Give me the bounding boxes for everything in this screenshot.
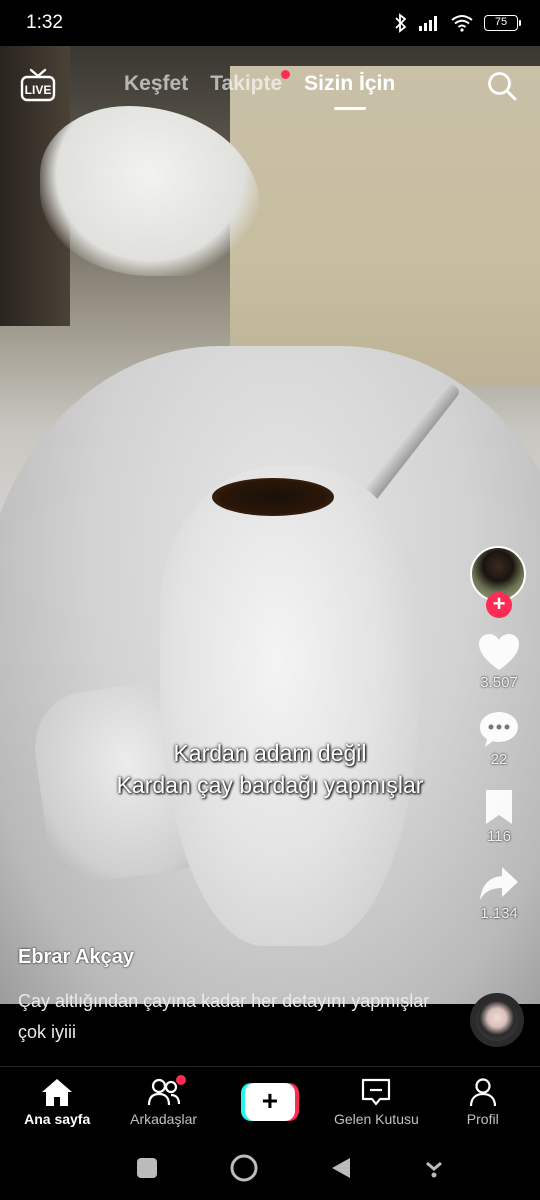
share-count: 1.134 (480, 905, 518, 922)
create-button-label: + (244, 1082, 295, 1121)
share-icon (480, 867, 518, 900)
bluetooth-icon (395, 13, 407, 33)
save-count: 116 (487, 828, 511, 845)
video-scene-snow-roof (40, 106, 260, 276)
heart-icon (479, 634, 519, 670)
live-label: LIVE (25, 83, 52, 97)
bottom-tab-bar: Ana sayfa Arkadaşlar + Gelen Kutusu Prof… (0, 1066, 540, 1136)
profile-icon (469, 1077, 496, 1106)
tab-inbox-label: Gelen Kutusu (333, 1110, 419, 1127)
comment-button[interactable]: 22 (478, 709, 520, 768)
wifi-icon (451, 15, 473, 32)
tab-explore[interactable]: Keşfet (124, 72, 188, 96)
tab-for-you[interactable]: Sizin İçin (304, 72, 396, 110)
comment-count: 22 (490, 751, 508, 768)
video-description[interactable]: Çay altlığından çayına kadar her detayın… (18, 986, 438, 1048)
top-nav: LIVE Keşfet Takipte Sizin İçin (0, 60, 540, 116)
creator-avatar-button[interactable]: + (470, 546, 528, 618)
like-button[interactable]: 3.507 (477, 632, 521, 691)
creator-username[interactable]: Ebrar Akçay (18, 946, 134, 969)
tab-following[interactable]: Takipte (210, 70, 291, 96)
notification-dot (175, 1074, 186, 1085)
tab-friends-label: Arkadaşlar (130, 1110, 198, 1127)
keyboard-hide-icon[interactable] (423, 1157, 445, 1179)
system-nav-bar (0, 1136, 540, 1200)
status-time: 1:32 (26, 12, 63, 33)
tab-profile-label: Profil (466, 1110, 499, 1127)
live-icon: LIVE (20, 68, 56, 102)
share-button[interactable]: 1.134 (478, 865, 520, 922)
notification-dot (281, 70, 291, 79)
tab-friends[interactable]: Arkadaşlar (114, 1074, 214, 1127)
battery-icon: 75 (484, 15, 521, 31)
create-button[interactable]: + (220, 1082, 320, 1121)
active-tab-indicator (333, 107, 366, 110)
search-button[interactable] (486, 70, 518, 102)
tab-home-label: Ana sayfa (24, 1110, 91, 1127)
back-icon[interactable] (330, 1156, 352, 1180)
comment-icon (480, 712, 518, 747)
search-icon (488, 72, 517, 101)
action-rail: + 3.507 22 116 1.134 (470, 546, 528, 922)
home-icon (42, 1078, 73, 1106)
status-bar: 1:32 75 (0, 0, 540, 46)
follow-button[interactable]: + (486, 592, 512, 618)
video-player[interactable] (0, 46, 540, 1004)
tab-profile[interactable]: Profil (433, 1077, 533, 1127)
video-scene-snow-tea-glass (160, 466, 420, 946)
video-scene-tea (212, 478, 334, 516)
plus-icon: + (240, 1082, 299, 1121)
video-caption-line-2: Kardan çay bardağı yapmışlar (116, 772, 424, 798)
feed-tabs: Keşfet Takipte Sizin İçin (124, 70, 396, 110)
tab-home[interactable]: Ana sayfa (7, 1077, 107, 1127)
recents-icon[interactable] (136, 1157, 158, 1179)
video-caption-line-1: Kardan adam değil (173, 740, 367, 766)
tab-following-label: Takipte (210, 72, 283, 95)
save-button[interactable]: 116 (483, 788, 515, 845)
tab-inbox[interactable]: Gelen Kutusu (326, 1077, 426, 1127)
inbox-icon (362, 1078, 391, 1105)
like-count: 3.507 (480, 674, 518, 691)
home-circle-icon[interactable] (229, 1153, 259, 1183)
tab-for-you-label: Sizin İçin (304, 72, 396, 95)
status-icons: 75 (394, 13, 521, 33)
live-button[interactable]: LIVE (20, 68, 56, 102)
music-disc-button[interactable] (470, 993, 524, 1047)
signal-icon (419, 16, 437, 31)
bookmark-icon (486, 790, 512, 824)
